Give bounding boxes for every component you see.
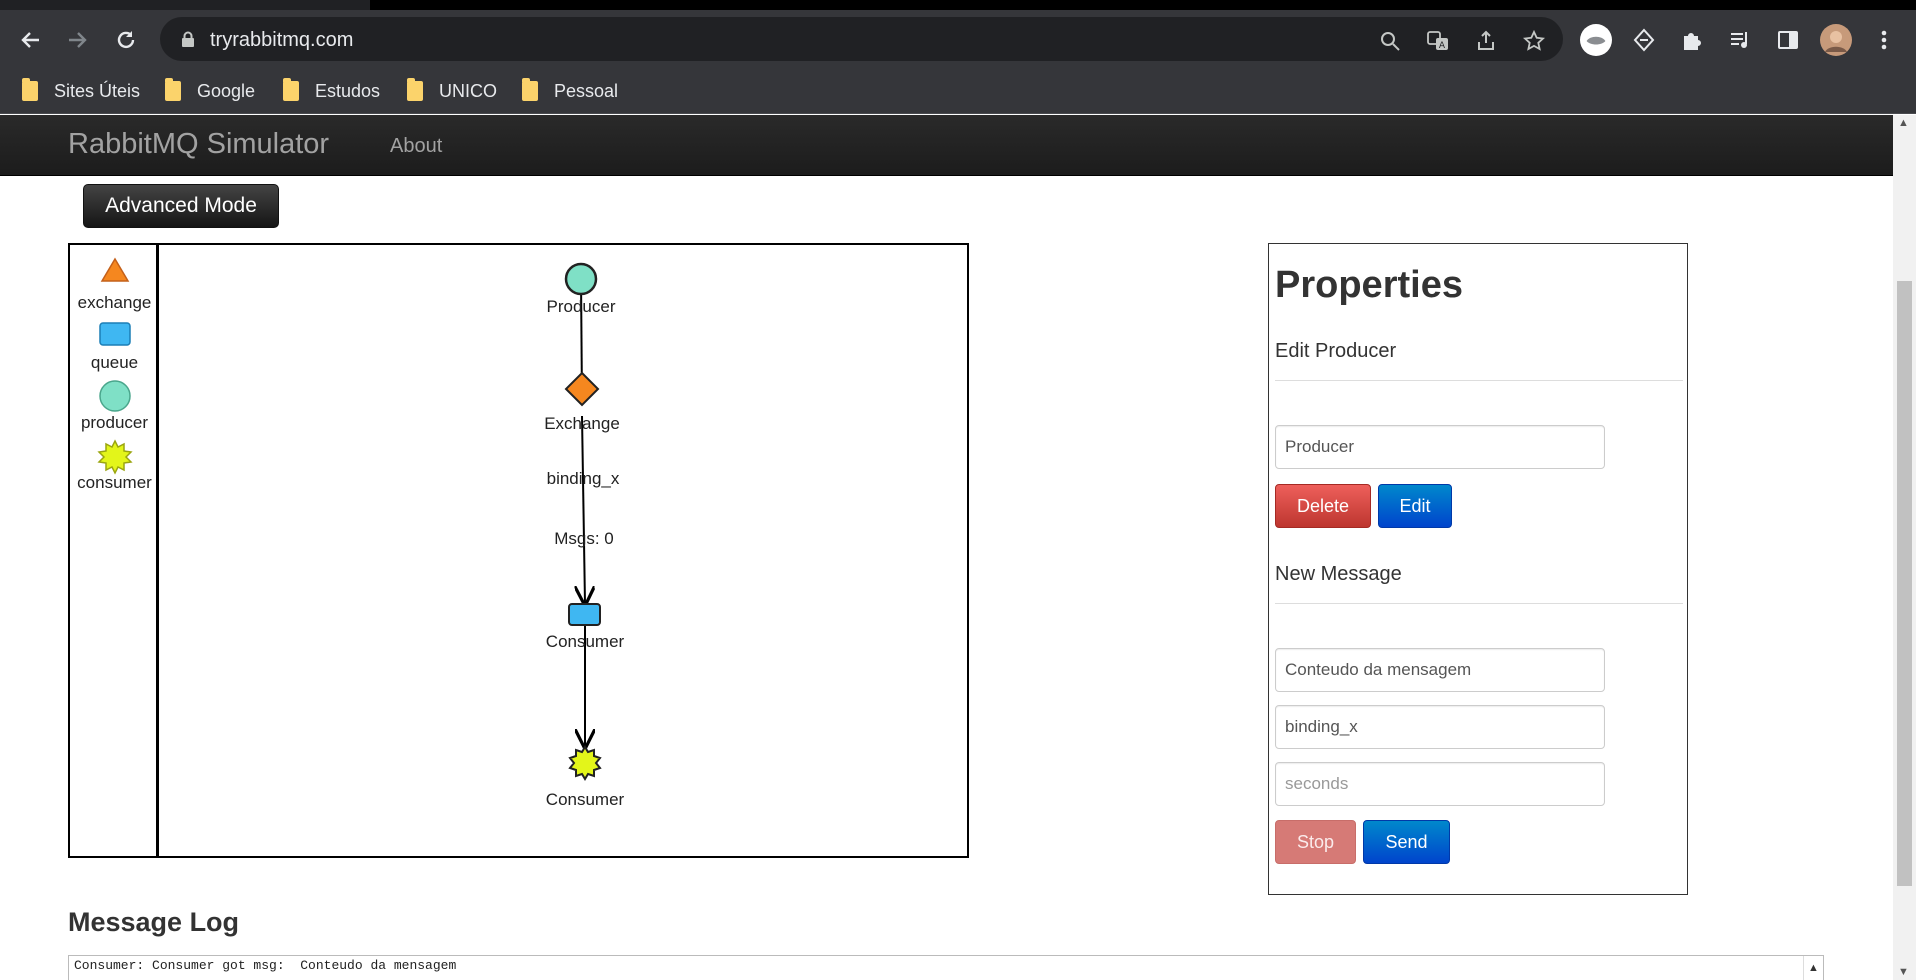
nav-about-link[interactable]: About bbox=[390, 135, 442, 158]
folder-icon bbox=[165, 78, 181, 101]
sidepanel-icon[interactable] bbox=[1772, 24, 1804, 56]
back-icon[interactable] bbox=[14, 24, 46, 56]
exchange-palette-icon[interactable] bbox=[100, 257, 130, 283]
edit-button[interactable]: Edit bbox=[1378, 484, 1452, 528]
producer-node[interactable] bbox=[564, 262, 598, 296]
log-scroll-up-arrow[interactable]: ▲ bbox=[1803, 956, 1823, 980]
svg-text:A: A bbox=[1439, 41, 1446, 51]
message-log-title: Message Log bbox=[68, 907, 240, 937]
bookmark-label: UNICO bbox=[439, 80, 497, 101]
extension-diamond-icon[interactable] bbox=[1628, 24, 1660, 56]
queue-node[interactable] bbox=[568, 603, 601, 626]
stop-button[interactable]: Stop bbox=[1275, 820, 1356, 864]
scroll-up-arrow[interactable]: ▲ bbox=[1898, 117, 1909, 129]
palette-exchange-label: exchange bbox=[77, 293, 152, 312]
browser-toolbar: tryrabbitmq.com A bbox=[0, 10, 1916, 68]
bookmark-label: Google bbox=[197, 80, 256, 101]
lock-icon[interactable] bbox=[180, 31, 196, 47]
queue-palette-icon[interactable] bbox=[98, 321, 132, 347]
message-content-input[interactable]: Conteudo da mensagem bbox=[1275, 648, 1605, 692]
bookmark-label: Pessoal bbox=[554, 80, 619, 101]
bookmark-sites-uteis[interactable]: Sites Úteis bbox=[22, 76, 140, 106]
consumer-node-label: Consumer bbox=[545, 790, 625, 809]
consumer-node[interactable] bbox=[568, 745, 602, 781]
new-message-heading: New Message bbox=[1275, 563, 1402, 585]
routing-key-input[interactable]: binding_x bbox=[1275, 705, 1605, 749]
exchange-node-label: Exchange bbox=[544, 414, 620, 433]
divider bbox=[1275, 380, 1683, 381]
edge-exchange-queue bbox=[582, 415, 585, 604]
url-text[interactable]: tryrabbitmq.com bbox=[210, 29, 353, 52]
log-entry: Consumer: Consumer got msg: Conteudo da … bbox=[74, 958, 457, 973]
scrollbar-thumb[interactable] bbox=[1897, 281, 1912, 886]
profile-extension-icon[interactable] bbox=[1580, 24, 1612, 56]
avatar[interactable] bbox=[1820, 24, 1852, 56]
bookmark-pessoal[interactable]: Pessoal bbox=[522, 76, 618, 106]
bookmark-unico[interactable]: UNICO bbox=[407, 76, 497, 106]
node-palette: exchange queue producer consumer bbox=[70, 245, 159, 856]
active-tab[interactable] bbox=[0, 0, 370, 10]
palette-producer-label: producer bbox=[80, 413, 149, 432]
edit-producer-heading: Edit Producer bbox=[1275, 340, 1397, 362]
palette-consumer-label: consumer bbox=[77, 473, 152, 492]
site-brand[interactable]: RabbitMQ Simulator bbox=[68, 128, 329, 161]
folder-icon bbox=[22, 78, 38, 101]
scroll-down-arrow[interactable]: ▼ bbox=[1898, 966, 1909, 978]
message-log-box[interactable]: Consumer: Consumer got msg: Conteudo da … bbox=[68, 955, 1824, 980]
page-scrollbar[interactable]: ▲ ▼ bbox=[1893, 115, 1916, 980]
star-icon[interactable] bbox=[1522, 29, 1546, 53]
bookmark-label: Estudos bbox=[315, 80, 381, 101]
properties-title: Properties bbox=[1275, 264, 1463, 306]
forward-icon[interactable] bbox=[62, 24, 94, 56]
bookmarks-bar: Sites Úteis Google Estudos UNICO Pessoal bbox=[0, 68, 1916, 114]
seconds-input[interactable]: seconds bbox=[1275, 762, 1605, 806]
media-icon[interactable] bbox=[1724, 24, 1756, 56]
simulator-canvas[interactable]: exchange queue producer consumer Produce… bbox=[68, 243, 969, 858]
address-bar[interactable]: tryrabbitmq.com A bbox=[160, 17, 1563, 61]
site-navbar: RabbitMQ Simulator About bbox=[0, 115, 1893, 176]
exchange-node[interactable] bbox=[564, 371, 600, 407]
delete-button[interactable]: Delete bbox=[1275, 484, 1371, 528]
properties-panel: Properties Edit Producer Producer Delete… bbox=[1268, 243, 1688, 895]
producer-name-input[interactable]: Producer bbox=[1275, 425, 1605, 469]
translate-icon[interactable]: A bbox=[1426, 29, 1450, 53]
queue-node-label: Consumer bbox=[545, 632, 625, 651]
producer-palette-icon[interactable] bbox=[98, 379, 132, 413]
menu-icon[interactable] bbox=[1868, 24, 1900, 56]
consumer-palette-icon[interactable] bbox=[97, 439, 133, 475]
puzzle-icon[interactable] bbox=[1676, 24, 1708, 56]
page-viewport: RabbitMQ Simulator About Advanced Mode e… bbox=[0, 115, 1916, 980]
search-icon[interactable] bbox=[1378, 29, 1402, 53]
tab-strip bbox=[0, 0, 1916, 10]
queue-msgs-count: Msgs: 0 bbox=[554, 529, 614, 548]
bookmark-estudos[interactable]: Estudos bbox=[283, 76, 380, 106]
bookmark-label: Sites Úteis bbox=[54, 80, 141, 101]
topology-diagram[interactable]: Producer Exchange binding_x Msgs: 0 Cons… bbox=[162, 245, 967, 856]
folder-icon bbox=[407, 78, 423, 101]
folder-icon bbox=[522, 78, 538, 101]
bookmark-google[interactable]: Google bbox=[165, 76, 255, 106]
send-button[interactable]: Send bbox=[1363, 820, 1450, 864]
reload-icon[interactable] bbox=[110, 24, 142, 56]
divider bbox=[1275, 603, 1683, 604]
folder-icon bbox=[283, 78, 299, 101]
binding-label: binding_x bbox=[546, 469, 620, 488]
advanced-mode-button[interactable]: Advanced Mode bbox=[83, 184, 279, 228]
palette-queue-label: queue bbox=[90, 353, 139, 372]
producer-node-label: Producer bbox=[546, 297, 616, 316]
share-icon[interactable] bbox=[1474, 29, 1498, 53]
